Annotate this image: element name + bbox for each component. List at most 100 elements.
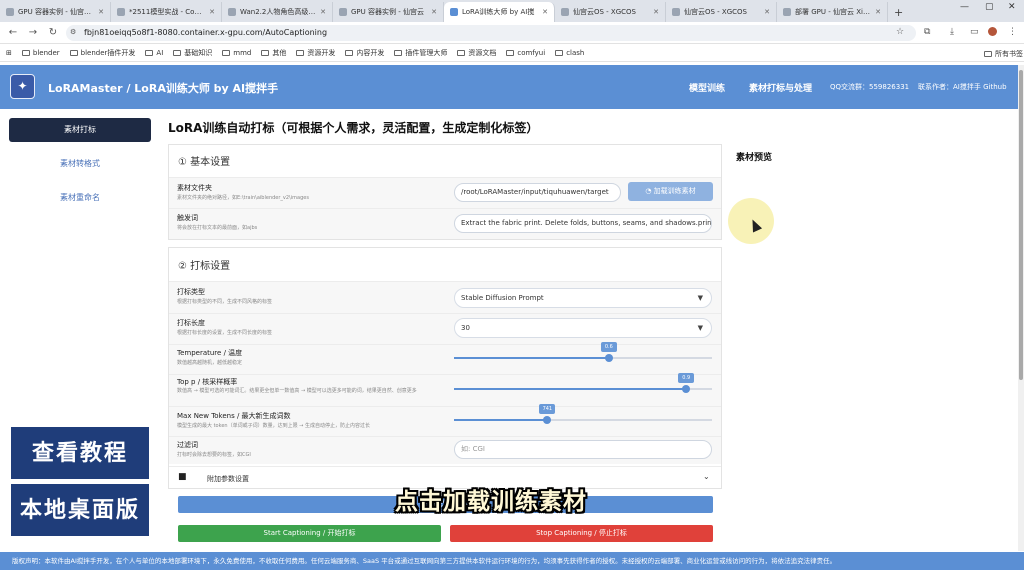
browser-tab[interactable]: GPU 容器实例 - 仙宫云 ✕ <box>333 2 444 22</box>
topp-slider[interactable]: 0.9 <box>454 373 712 393</box>
briefcase-icon: ■ <box>178 472 187 482</box>
url-input[interactable]: fbjn81oeiqq5o8f1-8080.container.x-gpu.co… <box>66 25 916 41</box>
filter-desc: 打标时会除去想要的标签，如CGI <box>177 452 251 458</box>
browser-tab[interactable]: 部署 GPU - 仙宫云 Xian ✕ <box>777 2 888 22</box>
preview-title: 素材预览 <box>736 153 773 163</box>
new-tab-button[interactable]: + <box>888 2 909 22</box>
browser-tab[interactable]: GPU 容器实例 - 仙宫云 × ✕ <box>0 2 111 22</box>
chevron-down-icon: ▼ <box>697 324 703 332</box>
window-close-icon[interactable]: ✕ <box>1008 2 1016 12</box>
sidepanel-icon[interactable]: ▭ <box>970 27 979 37</box>
app-title: LoRAMaster / LoRA训练大师 by AI搅拌手 <box>48 82 279 95</box>
bookmark-folder[interactable]: 资源文档 <box>457 48 496 58</box>
section-title-caption: ② 打标设置 <box>178 261 231 272</box>
folder-icon <box>394 49 403 56</box>
browser-tab-bar: GPU 容器实例 - 仙宫云 × ✕ *2511模型实战 - Comfy ✕ Wan… <box>0 0 1024 22</box>
bookmark-folder[interactable]: AI <box>145 49 163 57</box>
back-icon[interactable]: ← <box>6 27 20 38</box>
bookmark-folder[interactable]: clash <box>555 49 584 57</box>
close-icon[interactable]: ✕ <box>320 8 326 16</box>
close-icon[interactable]: ✕ <box>431 8 437 16</box>
bookmark-folder[interactable]: mmd <box>222 49 251 57</box>
close-icon[interactable]: ✕ <box>875 8 881 16</box>
browser-tab[interactable]: 仙宫云OS - XGCOS ✕ <box>555 2 666 22</box>
sidebar-item-rename[interactable]: 素材重命名 <box>9 186 151 210</box>
slider-value: 0.6 <box>600 342 617 352</box>
forward-icon[interactable]: → <box>26 27 40 38</box>
close-icon[interactable]: ✕ <box>542 8 548 16</box>
caption-type-select[interactable]: Stable Diffusion Prompt ▼ <box>454 288 712 308</box>
star-icon[interactable]: ☆ <box>896 27 904 37</box>
sidebar-item-convert[interactable]: 素材转格式 <box>9 152 151 176</box>
browser-tab[interactable]: Wan2.2人物角色高级建造 ✕ <box>222 2 333 22</box>
all-bookmarks[interactable]: 所有书签 <box>984 49 1023 59</box>
avatar[interactable] <box>988 27 997 36</box>
folder-icon <box>69 49 78 56</box>
folder-input[interactable]: /root/LoRAMaster/input/tiquhuawen/target <box>454 183 621 202</box>
scrollbar-thumb[interactable] <box>1019 70 1023 380</box>
slider-handle[interactable] <box>604 354 613 362</box>
bookmark-folder[interactable]: blender插件开发 <box>69 48 135 58</box>
maximize-icon[interactable]: ▢ <box>985 2 994 12</box>
favicon-icon <box>117 8 125 16</box>
bookmark-folder[interactable]: 插件管理大师 <box>394 48 447 58</box>
nav-model-training[interactable]: 模型训练 <box>689 81 725 94</box>
favicon-icon <box>561 8 569 16</box>
load-materials-button[interactable]: ◔ 加载训练素材 <box>628 182 713 201</box>
bookmark-folder[interactable]: 资源开发 <box>296 48 335 58</box>
folder-icon <box>21 49 30 56</box>
tokens-label: Max New Tokens / 最大新生成词数 <box>177 412 291 420</box>
start-captioning-button[interactable]: Start Captioning / 开始打标 <box>178 525 441 542</box>
browser-tab[interactable]: 仙宫云OS - XGCOS ✕ <box>666 2 777 22</box>
topp-desc: 数值高 → 模型可选的可能词汇。结果更全但单一数值高 → 模型可以选更多可能的词… <box>177 388 417 394</box>
bookmark-folder[interactable]: 其他 <box>261 48 286 58</box>
temperature-slider[interactable]: 0.6 <box>454 342 712 362</box>
bookmark-folder[interactable]: comfyui <box>506 49 545 57</box>
folder-icon <box>984 51 992 57</box>
filter-input[interactable]: 如: CGI <box>454 440 712 459</box>
folder-icon <box>345 49 354 56</box>
bookmark-folder[interactable]: 基础知识 <box>173 48 212 58</box>
extensions-icon[interactable]: ⧉ <box>924 27 930 37</box>
close-icon[interactable]: ✕ <box>98 8 104 16</box>
type-label: 打标类型 <box>177 288 205 296</box>
site-info-icon[interactable]: ⚙ <box>70 28 76 36</box>
nav-captioning[interactable]: 素材打标与处理 <box>749 81 812 94</box>
qq-group-link[interactable]: QQ交流群：559826331 <box>830 82 909 92</box>
bookmark-folder[interactable]: 内容开发 <box>345 48 384 58</box>
folder-icon <box>296 49 305 56</box>
contact-link[interactable]: 联系作者：AI搅拌手 Github <box>918 82 1007 92</box>
favicon-icon <box>339 8 347 16</box>
tutorial-banner[interactable]: 查看教程 <box>11 427 149 479</box>
browser-tab[interactable]: *2511模型实战 - Comfy ✕ <box>111 2 222 22</box>
temperature-row <box>169 344 721 374</box>
download-icon[interactable]: ⤓ <box>950 27 954 37</box>
close-icon[interactable]: ✕ <box>764 8 770 16</box>
sidebar-item-captioning[interactable]: 素材打标 <box>9 118 151 142</box>
close-icon[interactable]: ✕ <box>653 8 659 16</box>
app-logo-icon: ✦ <box>10 74 35 99</box>
bookmarks-apps-icon[interactable]: ⊞ <box>6 49 12 57</box>
minimize-icon[interactable]: — <box>960 2 969 12</box>
chevron-down-icon[interactable]: ⌄ <box>703 472 710 481</box>
desktop-version-banner[interactable]: 本地桌面版 <box>11 484 149 536</box>
bookmark-folder[interactable]: blender <box>21 49 60 57</box>
folder-icon <box>145 49 154 56</box>
caption-length-select[interactable]: 30 ▼ <box>454 318 712 338</box>
trigger-input[interactable]: Extract the fabric print. Delete folds, … <box>454 214 712 233</box>
browser-tab-active[interactable]: LoRA训练大师 by AI搅 ✕ <box>444 2 555 22</box>
page-title: LoRA训练自动打标（可根据个人需求，灵活配置，生成定制化标签） <box>168 121 539 135</box>
folder-icon <box>506 49 515 56</box>
section-title-basic: ① 基本设置 <box>178 157 231 168</box>
close-icon[interactable]: ✕ <box>209 8 215 16</box>
max-tokens-slider[interactable]: 741 <box>454 404 712 424</box>
type-desc: 根据打标类型的不同，生成不同风格的标签 <box>177 299 273 305</box>
menu-icon[interactable]: ⋮ <box>1008 27 1017 37</box>
reload-icon[interactable]: ↻ <box>46 27 60 38</box>
temperature-desc: 数值越高越随机，越低越稳定 <box>177 360 243 366</box>
favicon-icon <box>6 8 14 16</box>
folder-desc: 素材文件夹的绝对路径，如E:\train\aiblender_v2\images <box>177 195 309 201</box>
slider-value: 741 <box>539 404 556 414</box>
video-caption: 点击加载训练素材 <box>395 488 587 515</box>
stop-captioning-button[interactable]: Stop Captioning / 停止打标 <box>450 525 713 542</box>
